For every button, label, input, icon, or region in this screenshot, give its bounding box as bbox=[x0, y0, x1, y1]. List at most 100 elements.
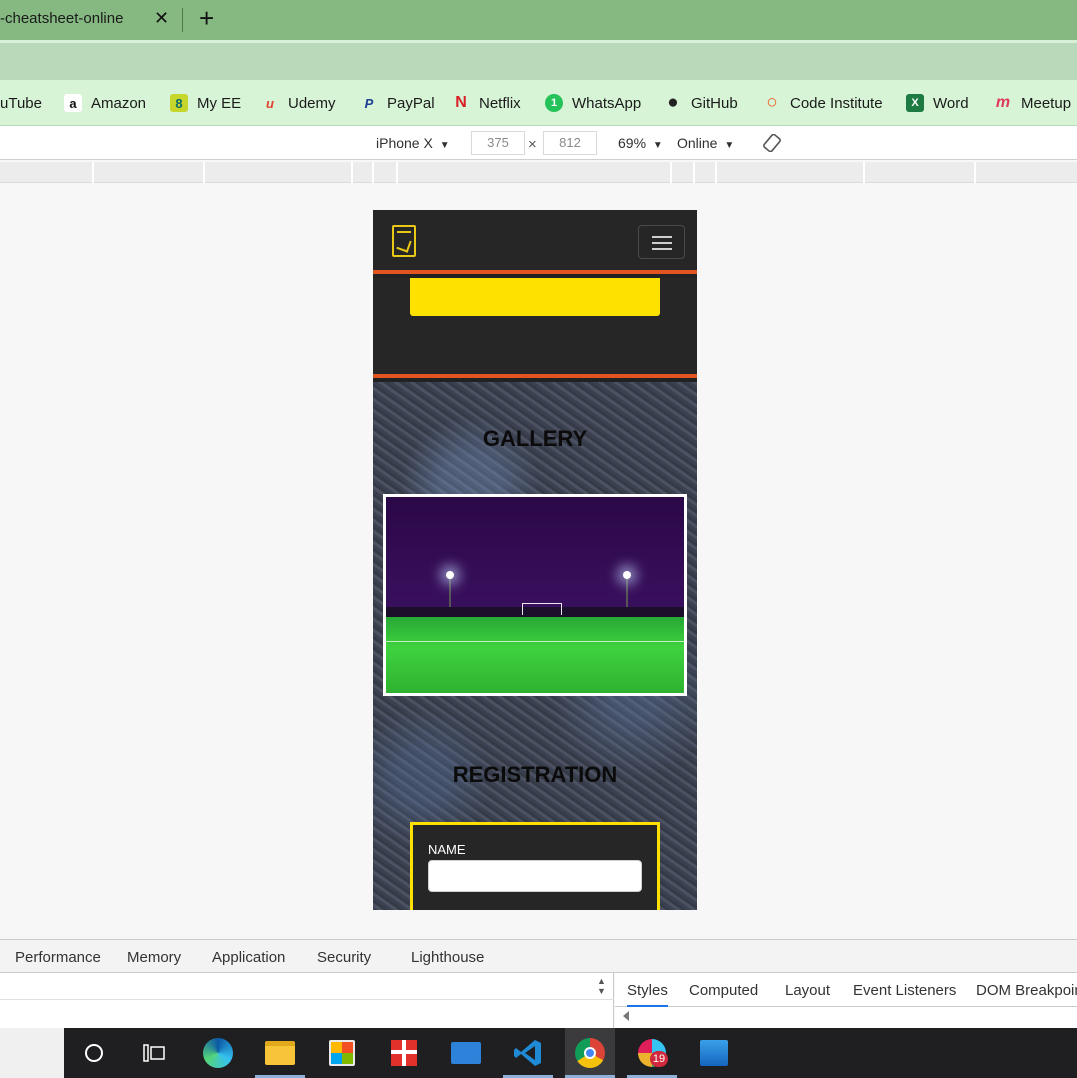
name-label: NAME bbox=[428, 842, 466, 857]
slack-badge: 19 bbox=[650, 1051, 668, 1067]
bookmark-label: Meetup bbox=[1021, 94, 1072, 112]
paypal-icon: P bbox=[364, 95, 374, 111]
bookmark-amazon[interactable]: a Amazon bbox=[64, 92, 146, 114]
bookmark-my-ee[interactable]: 8 My EE bbox=[170, 92, 241, 114]
rotate-icon[interactable] bbox=[763, 133, 781, 155]
scroll-stepper-icon[interactable]: ▲ ▼ bbox=[597, 976, 606, 996]
chrome-icon[interactable] bbox=[565, 1028, 615, 1078]
site-navbar bbox=[373, 210, 697, 274]
whatsapp-icon: 1 bbox=[545, 94, 563, 112]
device-name: iPhone X bbox=[376, 135, 433, 151]
bookmark-word[interactable]: X Word bbox=[906, 92, 969, 114]
devtools-tabbar: Performance Memory Application Security … bbox=[0, 939, 1077, 973]
windows-taskbar: 19 bbox=[64, 1028, 1077, 1078]
tab-styles[interactable]: Styles bbox=[627, 982, 668, 1007]
throttle-value: Online bbox=[677, 135, 718, 151]
zoom-select[interactable]: 69% ▼ bbox=[618, 135, 663, 151]
bookmark-code-institute[interactable]: ○ Code Institute bbox=[763, 92, 883, 114]
phone-preview: GALLERY REGISTRATION NAME bbox=[373, 210, 697, 910]
photos-icon[interactable] bbox=[697, 1036, 731, 1070]
netflix-icon: N bbox=[455, 94, 467, 111]
bookmark-meetup[interactable]: m Meetup bbox=[994, 92, 1071, 114]
registration-heading: REGISTRATION bbox=[452, 762, 618, 787]
goal-icon bbox=[522, 603, 562, 615]
taskbar-gap bbox=[0, 1028, 64, 1078]
bookmark-netflix[interactable]: N Netflix bbox=[452, 92, 521, 114]
meetup-icon: m bbox=[995, 94, 1011, 111]
slack-icon[interactable]: 19 bbox=[635, 1036, 669, 1070]
browser-tab[interactable]: -cheatsheet-online ✕ bbox=[0, 0, 180, 40]
bookmark-label: uTube bbox=[0, 94, 42, 112]
bookmark-label: PayPal bbox=[387, 94, 435, 112]
bookmark-label: Amazon bbox=[91, 94, 147, 112]
styles-pane bbox=[615, 1007, 1077, 1028]
task-view-icon[interactable] bbox=[137, 1036, 171, 1070]
bookmark-whatsapp[interactable]: 1 WhatsApp bbox=[545, 92, 641, 114]
udemy-icon: u bbox=[266, 95, 274, 111]
media-query-bar[interactable] bbox=[0, 162, 1077, 183]
hero-button[interactable] bbox=[410, 278, 660, 316]
name-input[interactable] bbox=[428, 860, 642, 892]
code-institute-icon: ○ bbox=[766, 92, 778, 113]
vscode-icon[interactable] bbox=[511, 1036, 545, 1070]
gift-icon[interactable] bbox=[387, 1036, 421, 1070]
elements-pane: ▲ ▼ bbox=[0, 973, 614, 1028]
throttle-select[interactable]: Online ▼ bbox=[677, 135, 734, 151]
ee-icon: 8 bbox=[170, 94, 188, 112]
tab-application[interactable]: Application bbox=[212, 949, 285, 966]
close-tab-icon[interactable]: ✕ bbox=[154, 8, 169, 29]
github-icon: ● bbox=[667, 92, 679, 113]
bookmarks-bar: uTube a Amazon 8 My EE u Udemy P PayPal … bbox=[0, 80, 1077, 126]
chevron-down-icon: ▼ bbox=[724, 140, 735, 151]
bookmark-label: Code Institute bbox=[790, 94, 883, 112]
tab-security[interactable]: Security bbox=[317, 949, 371, 966]
registration-form: NAME bbox=[410, 822, 660, 910]
tab-event-listeners[interactable]: Event Listeners bbox=[853, 982, 956, 999]
tab-separator bbox=[182, 8, 183, 32]
store-icon[interactable] bbox=[325, 1036, 359, 1070]
tab-title: -cheatsheet-online bbox=[0, 10, 124, 27]
height-input[interactable]: 812 bbox=[543, 131, 597, 155]
crowd-background: GALLERY REGISTRATION NAME bbox=[373, 382, 697, 910]
file-explorer-icon[interactable] bbox=[263, 1036, 297, 1070]
bookmark-label: Udemy bbox=[288, 94, 336, 112]
tab-layout[interactable]: Layout bbox=[785, 982, 830, 999]
styles-tabbar: Styles Computed Layout Event Listeners D… bbox=[615, 973, 1077, 1007]
bookmark-label: Word bbox=[933, 94, 969, 112]
scroll-left-icon[interactable] bbox=[623, 1011, 629, 1021]
tab-lighthouse[interactable]: Lighthouse bbox=[411, 949, 484, 966]
zoom-value: 69% bbox=[618, 135, 647, 151]
gallery-heading: GALLERY bbox=[482, 426, 588, 451]
amazon-icon: a bbox=[64, 94, 82, 112]
site-logo[interactable] bbox=[392, 225, 416, 257]
device-toolbar: iPhone X ▼ 375 × 812 69% ▼ Online ▼ bbox=[0, 126, 1077, 160]
bookmark-youtube[interactable]: uTube bbox=[0, 92, 42, 114]
bookmark-github[interactable]: ● GitHub bbox=[664, 92, 738, 114]
bookmark-udemy[interactable]: u Udemy bbox=[261, 92, 336, 114]
excel-icon: X bbox=[906, 94, 924, 112]
tab-computed[interactable]: Computed bbox=[689, 982, 758, 999]
edge-icon[interactable] bbox=[201, 1036, 235, 1070]
device-select[interactable]: iPhone X ▼ bbox=[376, 135, 450, 151]
tab-dom-breakpoints[interactable]: DOM Breakpoin bbox=[976, 982, 1077, 999]
bookmark-label: GitHub bbox=[691, 94, 738, 112]
tab-performance[interactable]: Performance bbox=[15, 949, 101, 966]
mail-icon[interactable] bbox=[449, 1036, 483, 1070]
width-input[interactable]: 375 bbox=[471, 131, 525, 155]
browser-tab-strip: -cheatsheet-online ✕ + bbox=[0, 0, 1077, 40]
dimension-times: × bbox=[528, 136, 537, 153]
new-tab-button[interactable]: + bbox=[199, 4, 214, 32]
search-circle-icon[interactable] bbox=[77, 1036, 111, 1070]
hero-section bbox=[373, 278, 697, 378]
chevron-down-icon: ▼ bbox=[652, 140, 663, 151]
tab-memory[interactable]: Memory bbox=[127, 949, 181, 966]
chevron-down-icon: ▼ bbox=[439, 140, 450, 151]
bookmark-paypal[interactable]: P PayPal bbox=[360, 92, 435, 114]
bookmark-label: My EE bbox=[197, 94, 242, 112]
bookmark-label: Netflix bbox=[479, 94, 521, 112]
gallery-image[interactable] bbox=[383, 494, 687, 696]
address-bar-area bbox=[0, 40, 1077, 80]
menu-toggle-button[interactable] bbox=[638, 225, 685, 259]
bookmark-label: WhatsApp bbox=[572, 94, 642, 112]
screen: -cheatsheet-online ✕ + uTube a Amazon 8 … bbox=[0, 0, 1077, 1078]
